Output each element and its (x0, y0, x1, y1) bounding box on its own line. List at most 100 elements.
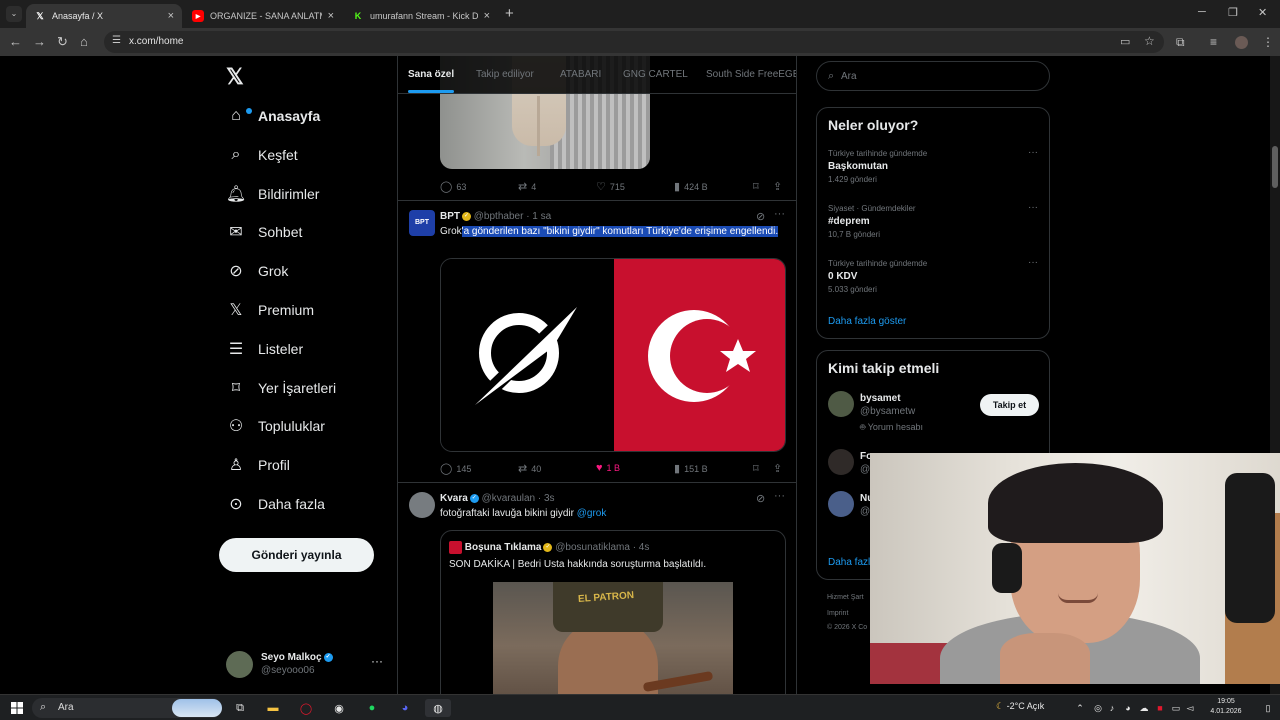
taskbar-search[interactable]: ⌕ Ara (32, 698, 222, 718)
clock[interactable]: 19:05 4.01.2026 (1196, 697, 1256, 717)
cast-icon[interactable]: ▭ (1120, 35, 1130, 48)
tray-app-icon[interactable]: ◎ (1092, 699, 1104, 717)
more-icon[interactable]: ··· (1028, 147, 1038, 158)
volume-icon[interactable]: ◅ (1184, 699, 1196, 717)
sidebar-item-lists[interactable]: ☰ Listeler (226, 335, 303, 363)
chevron-up-icon[interactable]: ⌃ (1074, 699, 1086, 717)
minimize-icon[interactable]: ─ (1198, 6, 1206, 18)
browser-profile-avatar[interactable] (1235, 36, 1248, 49)
scrollbar-thumb[interactable] (1272, 146, 1278, 188)
opera-icon[interactable]: ◯ (297, 699, 315, 717)
bookmark-button[interactable]: ⌑ (753, 462, 763, 475)
sidebar-item-home[interactable]: ⌂ Anasayfa (226, 102, 320, 130)
grok-icon[interactable]: ⊘ (756, 210, 765, 223)
repost-button[interactable]: ⇄ 40 (518, 462, 541, 475)
more-icon[interactable]: ··· (774, 490, 785, 502)
sidebar-item-profile[interactable]: ♙ Profil (226, 451, 290, 479)
tab-gng-cartel[interactable]: GNG CARTEL (623, 69, 688, 80)
post[interactable]: BPT BPT ✓ @bpthaber · 1 sa ⊘ ··· Grok'a g… (398, 201, 796, 483)
footer-link[interactable]: Hizmet Şart (827, 594, 864, 601)
new-tab-icon[interactable]: + (505, 5, 514, 22)
search-input[interactable]: ⌕ Ara (816, 61, 1050, 91)
views-button[interactable]: ▮ 424 B (674, 180, 708, 193)
follow-suggestion[interactable]: bysamet @bysametw 🤖︎ Yorum hesabı Takip … (828, 391, 1040, 435)
task-view-icon[interactable]: ⧉ (232, 699, 248, 717)
obs-icon[interactable]: ◉ (330, 699, 348, 717)
windows-start-icon[interactable] (8, 699, 26, 717)
discord-icon[interactable]: ◕ (396, 699, 414, 717)
home-icon[interactable]: ⌂ (80, 34, 88, 49)
tab-youtube[interactable]: ▶ ORGANIZE - SANA ANLATMAK × (184, 4, 342, 28)
tab-atabari[interactable]: ATABARI (560, 69, 601, 80)
tab-for-you[interactable]: Sana özel (408, 69, 454, 80)
window-close-icon[interactable]: ✕ (1258, 6, 1267, 19)
trend-item[interactable]: Türkiye tarihinde gündemde Başkomutan 1.… (828, 147, 1038, 184)
more-icon[interactable]: ··· (371, 654, 383, 668)
notifications-icon[interactable]: ▯ (1262, 699, 1274, 717)
close-icon[interactable]: × (168, 10, 174, 22)
quoted-post[interactable]: Boşuna Tıklama ✓ @bosunatiklama · 4s SON … (440, 530, 786, 694)
author-name[interactable]: BPT (440, 211, 460, 222)
reading-list-icon[interactable]: ≡ (1210, 35, 1217, 49)
reply-button[interactable]: ◯ 63 (440, 180, 466, 193)
views-button[interactable]: ▮ 151 B (674, 462, 708, 475)
tab-following[interactable]: Takip ediliyor (476, 69, 534, 80)
close-icon[interactable]: × (484, 10, 490, 22)
file-explorer-icon[interactable]: ▬ (264, 699, 282, 717)
forward-icon[interactable]: → (33, 34, 46, 49)
tab-search-icon[interactable]: ⌄ (6, 6, 22, 22)
back-icon[interactable]: ← (9, 34, 22, 49)
more-icon[interactable]: ··· (1028, 202, 1038, 213)
avatar[interactable]: BPT (409, 210, 435, 236)
bookmark-button[interactable]: ⌑ (753, 180, 763, 193)
trend-item[interactable]: Siyaset · Gündemdekiler #deprem 10,7 B g… (828, 202, 1038, 239)
show-more-link[interactable]: Daha fazl (828, 557, 870, 568)
avatar[interactable] (409, 492, 435, 518)
bookmark-star-icon[interactable]: ☆ (1144, 34, 1155, 48)
repost-button[interactable]: ⇄ 4 (518, 180, 536, 193)
more-icon[interactable]: ··· (1028, 257, 1038, 268)
account-switcher[interactable]: Seyo Malkoç ✓ @seyooo06 ··· (226, 648, 391, 684)
onedrive-icon[interactable]: ☁ (1138, 699, 1150, 717)
grok-icon[interactable]: ⊘ (756, 492, 765, 505)
post-image[interactable] (440, 258, 786, 452)
spotify-icon[interactable]: ● (363, 699, 381, 717)
quoted-post-image[interactable]: EL PATRON (493, 582, 733, 694)
sidebar-item-bookmarks[interactable]: ⌑ Yer İşaretleri (226, 374, 336, 402)
post-button[interactable]: Gönderi yayınla (219, 538, 374, 572)
discord-tray-icon[interactable]: ◕ (1122, 699, 1134, 717)
sidebar-item-explore[interactable]: ⌕ Keşfet (226, 141, 298, 169)
address-bar[interactable]: ☰ x.com/home ▭ ☆ (104, 31, 1164, 53)
show-more-link[interactable]: Daha fazla göster (828, 316, 906, 327)
x-logo-icon[interactable]: 𝕏 (226, 64, 244, 90)
share-button[interactable]: ⇪ (773, 180, 786, 193)
like-button[interactable]: ♥ 1 B (596, 462, 620, 474)
tab-x-home[interactable]: 𝕏 Anasayfa / X × (26, 4, 182, 28)
post-time[interactable]: · 1 sa (526, 211, 551, 222)
sidebar-item-communities[interactable]: ⚇ Topluluklar (226, 412, 325, 440)
reply-button[interactable]: ◯ 145 (440, 462, 471, 475)
sidebar-item-grok[interactable]: ⊘ Grok (226, 257, 288, 285)
author-name[interactable]: Kvara (440, 493, 468, 504)
site-info-icon[interactable]: ☰ (112, 35, 121, 46)
more-icon[interactable]: ··· (774, 208, 785, 220)
author-handle[interactable]: @kvaraulan (482, 493, 536, 504)
browser-menu-icon[interactable]: ⋮ (1262, 35, 1274, 49)
trend-item[interactable]: Türkiye tarihinde gündemde 0 KDV 5.033 g… (828, 257, 1038, 294)
mention-link[interactable]: @grok (577, 508, 607, 519)
extensions-icon[interactable]: ⧉ (1176, 35, 1185, 50)
network-icon[interactable]: ▭ (1170, 699, 1182, 717)
post[interactable]: Kvara ✓ @kvaraulan · 3s ⊘ ··· fotoğraftak… (398, 483, 796, 694)
follow-button[interactable]: Takip et (980, 394, 1039, 416)
close-icon[interactable]: × (328, 10, 334, 22)
footer-link[interactable]: Imprint (827, 610, 848, 617)
tray-red-icon[interactable]: ■ (1154, 699, 1166, 717)
chrome-icon[interactable]: ◍ (425, 699, 451, 717)
like-button[interactable]: ♡ 715 (596, 180, 625, 193)
author-handle[interactable]: @bpthaber (474, 211, 524, 222)
post-time[interactable]: · 3s (538, 493, 555, 504)
share-button[interactable]: ⇪ (773, 462, 786, 475)
microphone-icon[interactable]: ♪ (1106, 699, 1118, 717)
restore-icon[interactable]: ❐ (1228, 6, 1238, 19)
sidebar-item-chat[interactable]: ✉ Sohbet (226, 218, 302, 246)
